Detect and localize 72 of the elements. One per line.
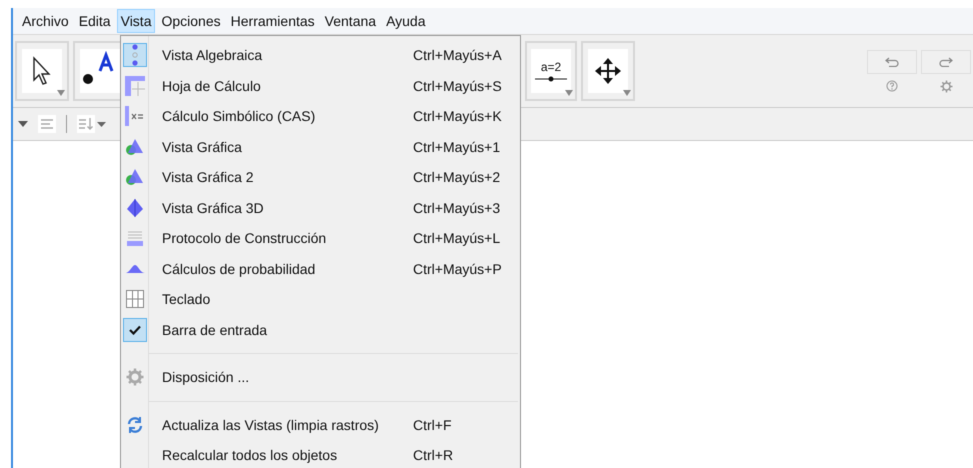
menu-item[interactable]: Vista Algebraica Ctrl+Mayús+A: [121, 40, 520, 70]
menu-item-label: Actualiza las Vistas (limpia rastros): [162, 416, 380, 433]
menu-bar-item[interactable]: Edita: [74, 9, 115, 33]
menu-item-label: Recalcular todos los objetos: [162, 447, 338, 464]
menu-item-label: Vista Algebraica: [162, 47, 264, 64]
menu-bar-item[interactable]: Herramientas: [226, 9, 319, 33]
dropdown-icon: [57, 90, 65, 96]
refresh-icon: [126, 416, 144, 434]
spreadsheet-icon: [125, 76, 145, 96]
bell-curve-icon: [125, 264, 145, 274]
move-tool-button[interactable]: [15, 41, 69, 101]
triangle-icon: [125, 138, 145, 156]
shortcut-label: Ctrl+Mayús+P: [413, 260, 502, 277]
menu-item[interactable]: Teclado: [121, 284, 520, 314]
sort-icon[interactable]: [77, 115, 107, 133]
shortcut-label: Ctrl+Mayús+S: [413, 78, 502, 94]
shortcut-label: Ctrl+Mayús+L: [413, 230, 500, 246]
menu-item[interactable]: Disposición ...: [121, 362, 520, 392]
move-arrows-icon: [594, 56, 622, 86]
menu-item-label: Barra de entrada: [162, 322, 268, 338]
menu-item-label: Cálculos de probabilidad: [162, 260, 316, 277]
menu-item-label: Vista Gráfica 2: [162, 169, 255, 186]
pyramid-icon: [126, 198, 144, 218]
shortcut-label: Ctrl+Mayús+1: [413, 138, 500, 155]
dropdown-icon: [565, 90, 573, 96]
pointer-icon: [31, 56, 53, 86]
menu-item[interactable]: Vista Gráfica 3D Ctrl+Mayús+3: [121, 192, 520, 223]
shortcut-label: Ctrl+Mayús+K: [413, 108, 502, 124]
menu-item-label: Cálculo Simbólico (CAS): [162, 108, 316, 124]
menu-item-label: Vista Gráfica: [162, 138, 243, 155]
menu-item-label: Protocolo de Construcción: [162, 230, 328, 246]
menu-item[interactable]: Actualiza las Vistas (limpia rastros) Ctrl+F: [121, 410, 520, 440]
shortcut-label: Ctrl+Mayús+3: [413, 200, 500, 216]
menu-item-label: Vista Gráfica 3D: [162, 200, 265, 216]
menu-item[interactable]: Vista Gráfica Ctrl+Mayús+1: [121, 132, 520, 162]
shortcut-label: Ctrl+F: [413, 416, 452, 433]
menu-bar-item[interactable]: Opciones: [157, 9, 225, 33]
menu-item-label: Teclado: [162, 291, 212, 308]
dots-icon: [131, 44, 139, 66]
redo-button[interactable]: [921, 50, 971, 74]
menu-bar-item[interactable]: Archivo: [18, 9, 73, 33]
menu-item[interactable]: Cálculos de probabilidad Ctrl+Mayús+P: [121, 254, 520, 284]
redo-icon: [939, 56, 953, 66]
slider-tool-button[interactable]: a=2: [525, 41, 577, 101]
menu-item[interactable]: Recalcular todos los objetos Ctrl+R: [121, 440, 520, 468]
menu-item-label: Disposición ...: [162, 369, 250, 386]
dropdown-icon: [623, 90, 631, 96]
menu-item[interactable]: Protocolo de Construcción Ctrl+Mayús+L: [121, 223, 520, 254]
checkbox[interactable]: [123, 318, 147, 342]
menu-item[interactable]: Hoja de Cálculo Ctrl+Mayús+S: [121, 70, 520, 101]
menu-item[interactable]: Vista Gráfica 2 Ctrl+Mayús+2: [121, 162, 520, 192]
menu-item-label: Hoja de Cálculo: [162, 78, 262, 94]
cas-icon: [125, 106, 145, 126]
dropdown-icon[interactable]: [18, 121, 28, 127]
menu-bar-item[interactable]: Ventana: [320, 9, 380, 33]
shortcut-label: Ctrl+R: [413, 447, 454, 464]
menu-bar-item[interactable]: Vista: [116, 9, 156, 33]
triangle-icon: [125, 168, 145, 186]
slider-icon: [535, 76, 567, 82]
shortcut-label: Ctrl+Mayús+A: [413, 47, 502, 64]
shortcut-label: Ctrl+Mayús+2: [413, 169, 500, 186]
menu-item[interactable]: Barra de entrada: [121, 314, 520, 345]
menu-item[interactable]: Cálculo Simbólico (CAS) Ctrl+Mayús+K: [121, 101, 520, 132]
move-graphics-tool-button[interactable]: [581, 41, 635, 101]
undo-icon: [885, 56, 899, 66]
check-icon: [129, 324, 141, 335]
slider-tool-label: a=2: [540, 60, 562, 74]
menu-bar-item[interactable]: Ayuda: [382, 9, 430, 33]
keypad-icon: [126, 290, 144, 308]
undo-button[interactable]: [867, 50, 917, 74]
gear-icon: [126, 368, 144, 386]
table-icon: [126, 229, 144, 248]
